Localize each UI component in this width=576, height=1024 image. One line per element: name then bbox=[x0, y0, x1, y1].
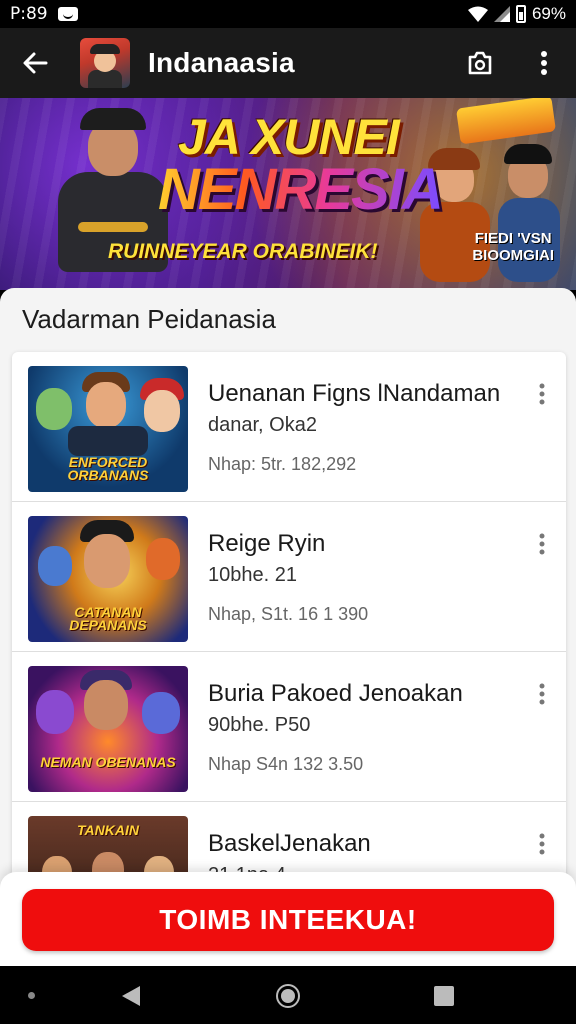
status-indicators: 69% bbox=[467, 4, 566, 24]
notification-icon bbox=[57, 7, 78, 21]
signal-icon bbox=[493, 6, 510, 22]
app-bar: Indanaasia bbox=[0, 28, 576, 98]
app-icon bbox=[80, 38, 130, 88]
camera-icon bbox=[468, 51, 492, 75]
game-title: Uenanan Figns lNandaman bbox=[208, 380, 501, 407]
content-sheet: Vadarman Peidanasia ENFORCED ORBANANS Ue… bbox=[0, 288, 576, 966]
overflow-menu-button[interactable] bbox=[512, 28, 576, 98]
list-item[interactable]: NEMAN OBENANAS Buria Pakoed Jenoakan 90b… bbox=[12, 652, 566, 802]
cta-container: TOIMB INTEEKUA! bbox=[0, 872, 576, 966]
hero-banner[interactable]: JA XUNEI NENRESIA NENRESIA RUINNEYEAR OR… bbox=[0, 98, 576, 290]
banner-side-text: FIEDI 'VSN BIOOMGIAI bbox=[472, 230, 554, 264]
camera-button[interactable] bbox=[448, 28, 512, 98]
game-thumbnail-logo: ENFORCED ORBANANS bbox=[67, 456, 149, 482]
game-thumbnail-logo: NEMAN OBENANAS bbox=[40, 756, 176, 770]
game-title: Buria Pakoed Jenoakan bbox=[208, 680, 463, 707]
app-bar-actions bbox=[448, 28, 576, 98]
nav-indicator-dot bbox=[28, 992, 35, 999]
battery-percent: 69% bbox=[531, 4, 566, 23]
nav-recents-icon[interactable] bbox=[434, 986, 454, 1006]
game-thumbnail-logo: CATANAN DEPANANS bbox=[69, 606, 147, 632]
game-subtitle: 90bhe. P50 bbox=[208, 714, 311, 736]
banner-side-text-line1: FIEDI 'VSN bbox=[474, 230, 552, 247]
primary-cta-button[interactable]: TOIMB INTEEKUA! bbox=[22, 889, 554, 951]
game-title: BaskelJenakan bbox=[208, 830, 371, 857]
game-subtitle: 10bhe. 21 bbox=[208, 564, 297, 586]
item-more-button[interactable] bbox=[528, 380, 556, 408]
item-more-button[interactable] bbox=[528, 680, 556, 708]
item-more-button[interactable] bbox=[528, 530, 556, 558]
item-more-button[interactable] bbox=[528, 830, 556, 858]
game-subtitle: danar, Oka2 bbox=[208, 414, 317, 436]
list-item[interactable]: CATANAN DEPANANS Reige Ryin 10bhe. 21 Nh… bbox=[12, 502, 566, 652]
banner-subtitle: RUINNEYEAR ORABINEIK! bbox=[108, 240, 378, 263]
nav-home-icon[interactable] bbox=[276, 984, 300, 1008]
game-title: Reige Ryin bbox=[208, 530, 326, 557]
list-item[interactable]: ENFORCED ORBANANS Uenanan Figns lNandama… bbox=[12, 352, 566, 502]
game-meta: Nhap, S1t. 16 1 390 bbox=[208, 604, 369, 624]
game-meta: Nhap: 5tr. 182,292 bbox=[208, 454, 357, 474]
nav-back-icon[interactable] bbox=[120, 984, 142, 1008]
more-vert-icon bbox=[539, 383, 545, 405]
banner-title-line2: NENRESIA bbox=[158, 157, 444, 222]
arrow-left-icon bbox=[23, 52, 48, 74]
status-bar: P:89 69% bbox=[0, 0, 576, 28]
more-vert-icon bbox=[539, 683, 545, 705]
more-vert-icon bbox=[541, 51, 547, 75]
more-vert-icon bbox=[539, 533, 545, 555]
section-title: Vadarman Peidanasia bbox=[22, 304, 276, 334]
back-button[interactable] bbox=[0, 28, 70, 98]
system-nav-bar bbox=[0, 966, 576, 1024]
app-title: Indanaasia bbox=[148, 47, 295, 78]
status-time: P:89 bbox=[10, 4, 48, 24]
banner-side-text-line2: BIOOMGIAI bbox=[472, 247, 554, 264]
game-meta: Nhap S4n 132 3.50 bbox=[208, 754, 364, 774]
game-thumbnail: CATANAN DEPANANS bbox=[28, 516, 188, 642]
wifi-icon bbox=[467, 6, 488, 22]
game-thumbnail: ENFORCED ORBANANS bbox=[28, 366, 188, 492]
battery-icon bbox=[515, 5, 526, 23]
game-thumbnail-logo: TANKAIN bbox=[77, 824, 139, 838]
more-vert-icon bbox=[539, 833, 545, 855]
game-thumbnail: NEMAN OBENANAS bbox=[28, 666, 188, 792]
